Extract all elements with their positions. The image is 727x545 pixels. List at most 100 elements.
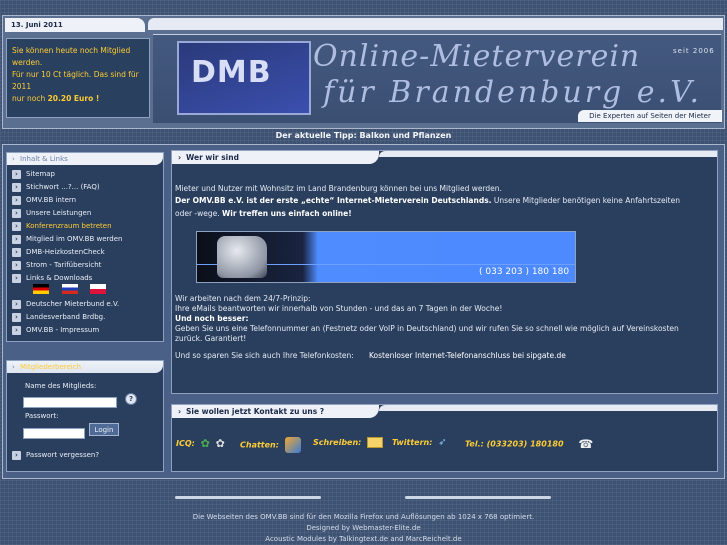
sidebar-item[interactable]: › Sitemap [7,168,163,181]
arrow-right-icon: › [12,300,21,309]
sipgate-link[interactable]: Kostenloser Internet-Telefonanschluss be… [369,351,566,360]
german-flag-icon[interactable] [33,284,49,294]
since-label: seit 2006 [673,47,715,55]
sidebar-item[interactable]: › Deutscher Mieterbund e.V. [7,298,163,311]
sidebar-item-label: OMV.BB intern [26,196,77,204]
help-icon[interactable]: ? [125,393,137,405]
member-name-input[interactable] [23,397,117,408]
promo-line: werden. [12,58,43,67]
sidebar-item-label: Stichwort ...?... (FAQ) [26,183,100,191]
twitter-label: Twittern: [392,438,433,447]
chat-label: Chatten: [240,440,279,450]
arrow-right-icon: › [12,209,21,218]
member-name-label: Name des Mitglieds: [25,382,97,390]
principle-text: Wir arbeiten nach dem 24/7-Prinzip: [175,294,311,303]
contact-title: Sie wollen jetzt Kontakt zu uns ? [172,405,379,418]
sidebar-item[interactable]: › Stichwort ...?... (FAQ) [7,181,163,194]
footer-line: Die Webseiten des OMV.BB sind für den Mo… [192,513,535,521]
better-heading: Und noch besser: [175,314,248,323]
sidebar-item-label: Sitemap [26,170,55,178]
sidebar-item-label: Konferenzraum betreten [26,222,112,230]
contact-panel: Sie wollen jetzt Kontakt zu uns ? ICQ: ✿… [171,404,718,472]
icq-label: ICQ: [176,439,195,448]
promo-price-prefix: nur noch [12,94,48,103]
site-title-line1: Online-Mieterverein [313,39,641,74]
twitter-contact[interactable]: Twittern: ➶ [392,437,447,448]
better-bold: Und noch besser: [175,314,249,323]
forgot-password-link[interactable]: › Passwort vergessen? [7,449,176,462]
panel-strip [379,405,717,411]
telephone-icon [217,236,267,278]
sidebar-item[interactable]: › Landesverband Brdbg. [7,311,163,324]
nav-panel-title: Inhalt & Links [7,153,163,165]
password-label: Passwort: [25,412,59,420]
date-label: 13. Juni 2011 [5,18,145,32]
arrow-right-icon: › [12,235,21,244]
principle-detail: Ihre eMails beantworten wir innerhalb vo… [175,304,503,313]
icq-contact[interactable]: ICQ: ✿ ✿ [176,437,225,450]
login-button[interactable]: Login [89,423,119,436]
claim-bold: Der OMV.BB e.V. ist der erste „echte“ In… [175,196,492,205]
russian-flag-icon[interactable] [61,284,78,294]
bird-icon[interactable]: ➶ [438,437,446,448]
chat-people-icon[interactable] [284,437,301,453]
save-text: Und so sparen Sie sich auch Ihre Telefon… [175,351,354,360]
password-input[interactable] [23,428,85,439]
claim-line-2: oder -wege. Wir treffen uns einfach onli… [175,209,352,218]
panel-strip [379,151,717,157]
promo-line: 2011 [12,82,32,91]
sidebar-item[interactable]: › Konferenzraum betreten [7,220,163,233]
envelope-icon[interactable] [367,437,384,448]
site-title-line2: für Brandenburg e.V. [323,75,703,110]
write-label: Schreiben: [313,438,362,447]
polish-flag-icon[interactable] [90,284,107,294]
sidebar-item-label: Landesverband Brdbg. [26,313,106,321]
sidebar-item-label: DMB-HeizkostenCheck [26,248,105,256]
claim-line2-bold: Wir treffen uns einfach online! [222,209,352,218]
promo-price: 20.20 Euro ! [47,94,100,103]
current-tip-link[interactable]: Der aktuelle Tipp: Balkon und Pflanzen [0,131,727,140]
sidebar-item[interactable]: › OMV.BB - Impressum [7,324,163,337]
sidebar-item-label: OMV.BB - Impressum [26,326,100,334]
language-flags [33,284,116,294]
forgot-password-label: Passwort vergessen? [26,451,100,459]
dmb-logo-text: DMB [191,55,272,90]
write-contact[interactable]: Schreiben: [313,437,384,448]
arrow-right-icon: › [12,248,21,257]
guarantee-text: zurück. Garantiert! [175,334,247,343]
membership-promo: Sie können heute noch Mitglied werden. F… [6,38,150,118]
icq-flower-icon[interactable]: ✿ [216,437,225,450]
footer-credit[interactable]: Designed by Webmaster-Elite.de [0,524,727,532]
sidebar-item-label: Links & Downloads [26,274,93,282]
nav-panel: Inhalt & Links › Sitemap › Stichwort ...?..… [6,152,164,342]
phone-contact[interactable]: Tel.: (033203) 180180 ☎ [465,437,593,451]
footer-bar [405,496,551,499]
footer-credit[interactable]: Acoustic Modules by Talkingtext.de and M… [0,535,727,543]
arrow-right-icon: › [12,170,21,179]
chat-contact[interactable]: Chatten: [240,437,301,453]
sidebar-item[interactable]: › Unsere Leistungen [7,207,163,220]
sidebar-item[interactable]: › Mitglied im OMV.BB werden [7,233,163,246]
claim-rest: Unsere Mitglieder benötigen keine Anfahr… [491,196,680,205]
about-title: Wer wir sind [172,151,379,164]
arrow-right-icon: › [12,326,21,335]
claim-line: Der OMV.BB e.V. ist der erste „echte“ In… [175,196,680,205]
sidebar-item[interactable]: › Strom - Tarifübersicht [7,259,163,272]
banner-phone-number: ( 033 203 ) 180 180 [479,267,570,277]
experts-tagline: Die Experten auf Seiten der Mieter [578,110,722,122]
arrow-right-icon: › [12,313,21,322]
arrow-right-icon: › [12,183,21,192]
arrow-right-icon: › [12,261,21,270]
phone-label: Tel.: (033203) 180180 [465,439,564,449]
arrow-right-icon: › [12,274,21,283]
phone-banner[interactable]: ( 033 203 ) 180 180 [196,231,576,283]
sidebar-item-label: Strom - Tarifübersicht [26,261,102,269]
header-strip [148,18,723,30]
member-login-panel: Mitgliederbereich Name des Mitglieds: ? … [6,360,164,472]
member-panel-title: Mitgliederbereich [7,361,163,373]
icq-flower-icon[interactable]: ✿ [201,437,210,450]
sidebar-item[interactable]: › OMV.BB intern [7,194,163,207]
sidebar-item[interactable]: › DMB-HeizkostenCheck [7,246,163,259]
sidebar-item-label: Unsere Leistungen [26,209,92,217]
telephone-icon[interactable]: ☎ [578,437,593,451]
